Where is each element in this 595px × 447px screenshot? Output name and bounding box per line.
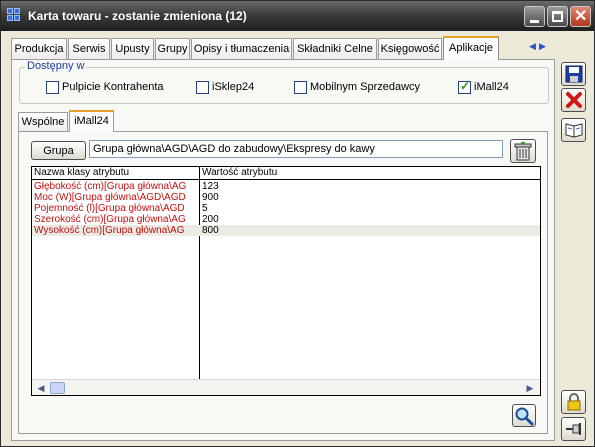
tab-scroll-arrows[interactable]: ◀ ▶	[529, 41, 549, 53]
attribute-value[interactable]: 123	[202, 181, 532, 192]
checkbox-box[interactable]	[294, 81, 307, 94]
table-row[interactable]: Szerokość (cm)[Grupa główna\AG 200	[32, 214, 540, 225]
attribute-value[interactable]: 200	[202, 214, 532, 225]
checkbox-box[interactable]: ✓	[458, 79, 471, 94]
checkbox-label: iMall24	[474, 81, 509, 93]
pin-icon	[566, 423, 581, 435]
checkbox-label: Mobilnym Sprzedawcy	[310, 81, 421, 93]
checkbox-box[interactable]	[196, 81, 209, 94]
attribute-value[interactable]: 800	[202, 225, 532, 236]
tab-skladniki-celne[interactable]: Składniki Celne	[293, 38, 377, 59]
checkbox-box[interactable]	[46, 81, 59, 94]
attribute-name: Pojemność (l)[Grupa główna\AGD	[34, 203, 185, 214]
attribute-value[interactable]: 5	[202, 203, 532, 214]
lock-button[interactable]	[561, 390, 586, 414]
attribute-value[interactable]: 900	[202, 192, 532, 203]
table-row[interactable]: Głębokość (cm)[Grupa główna\AG 123	[32, 181, 540, 192]
column-header-name[interactable]: Nazwa klasy atrybutu	[34, 167, 198, 179]
search-button[interactable]	[512, 404, 536, 427]
tab-upusty[interactable]: Upusty	[111, 38, 154, 59]
horizontal-scrollbar[interactable]: ◀ ▶	[32, 379, 540, 395]
tab-produkcja[interactable]: Produkcja	[11, 38, 67, 59]
attribute-name: Szerokość (cm)[Grupa główna\AG	[34, 214, 186, 225]
tab-opisy[interactable]: Opisy i tłumaczenia	[191, 38, 292, 59]
checkbox-label: Pulpicie Kontrahenta	[62, 81, 164, 93]
red-x-icon	[566, 92, 582, 108]
tab-grupy[interactable]: Grupy	[155, 38, 190, 59]
padlock-icon	[567, 393, 581, 411]
app-grid-icon	[7, 8, 22, 23]
check-mark-icon: ✓	[460, 79, 471, 93]
clear-group-button[interactable]	[510, 139, 536, 163]
tab-aplikacje[interactable]: Aplikacje	[443, 36, 499, 60]
table-row-selected[interactable]: Wysokość (cm)[Grupa główna\AG 800	[32, 225, 540, 236]
minimize-icon	[530, 20, 539, 23]
title-bar[interactable]: Karta towaru - zostanie zmieniona (12) ✕	[1, 1, 594, 31]
minimize-button[interactable]	[524, 6, 545, 27]
save-button[interactable]	[561, 62, 586, 86]
tab-serwis[interactable]: Serwis	[68, 38, 110, 59]
table-row[interactable]: Moc (W)[Grupa główna\AGD\AGD 900	[32, 192, 540, 203]
close-button[interactable]: ✕	[570, 6, 591, 27]
pin-button[interactable]	[561, 417, 586, 441]
group-path-field[interactable]: Grupa główna\AGD\AGD do zabudowy\Ekspres…	[89, 140, 503, 158]
table-row[interactable]: Pojemność (l)[Grupa główna\AGD 5	[32, 203, 540, 214]
tab-ksiegowosc[interactable]: Księgowość	[378, 38, 442, 59]
trash-can-icon	[514, 142, 532, 161]
help-button[interactable]	[561, 118, 586, 142]
scrollbar-thumb[interactable]	[50, 382, 65, 394]
attribute-name: Głębokość (cm)[Grupa główna\AG	[34, 181, 187, 192]
subtab-wspolne[interactable]: Wspólne	[18, 112, 68, 131]
maximize-button[interactable]	[547, 6, 568, 27]
chevron-right-icon[interactable]: ▶	[539, 41, 546, 52]
attribute-name: Wysokość (cm)[Grupa główna\AG	[34, 225, 185, 236]
delete-button[interactable]	[561, 88, 586, 112]
maximize-icon	[552, 11, 563, 22]
subtab-imall24[interactable]: iMall24	[69, 110, 114, 132]
attribute-name: Moc (W)[Grupa główna\AGD\AGD	[34, 192, 186, 203]
chevron-left-icon[interactable]: ◀	[529, 41, 536, 52]
scroll-left-icon[interactable]: ◀	[34, 381, 48, 395]
floppy-disk-icon	[565, 65, 583, 83]
magnifier-icon	[515, 407, 534, 426]
group-button[interactable]: Grupa	[31, 141, 86, 160]
open-book-icon	[565, 123, 583, 138]
product-card-window: Karta towaru - zostanie zmieniona (12) ✕…	[0, 0, 595, 447]
attributes-grid[interactable]: Nazwa klasy atrybutu Wartość atrybutu Gł…	[31, 166, 541, 396]
header-divider	[32, 179, 540, 180]
checkbox-label: iSklep24	[212, 81, 255, 93]
close-icon: ✕	[574, 8, 588, 25]
window-title: Karta towaru - zostanie zmieniona (12)	[28, 9, 247, 23]
scroll-right-icon[interactable]: ▶	[523, 381, 537, 395]
column-header-value[interactable]: Wartość atrybutu	[202, 167, 502, 179]
availability-legend: Dostępny w	[25, 60, 87, 72]
